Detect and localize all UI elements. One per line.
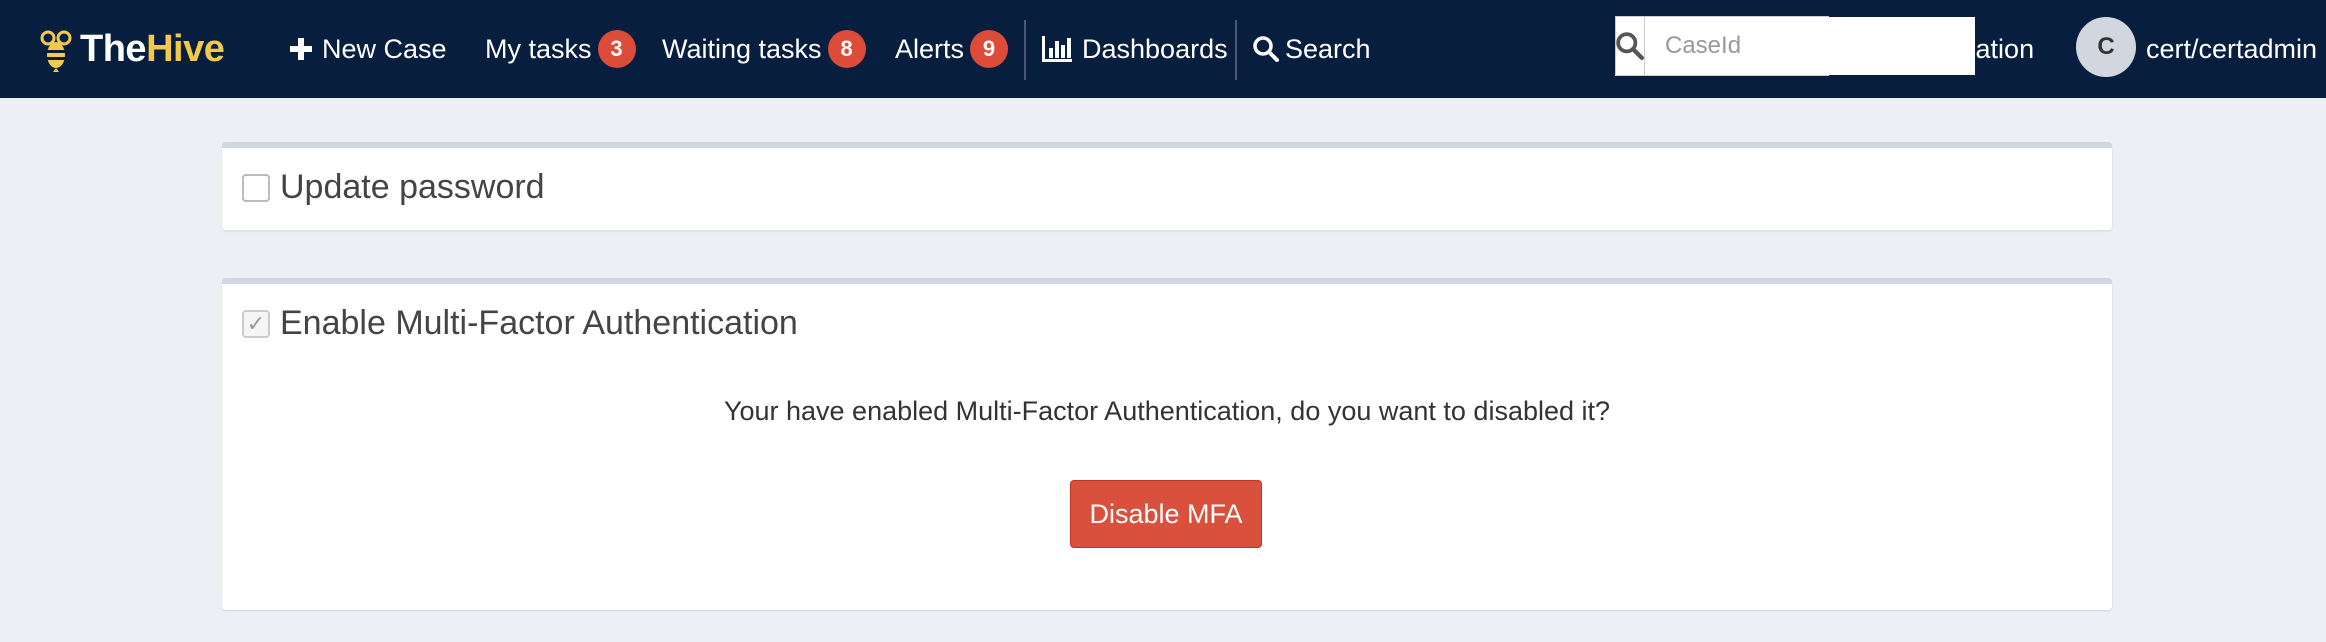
brand-name-the: The xyxy=(80,27,147,70)
nav-divider xyxy=(1235,20,1237,80)
search-icon xyxy=(1616,32,1644,60)
bee-icon xyxy=(40,30,72,72)
my-tasks-count-badge: 3 xyxy=(597,30,636,68)
search-icon xyxy=(1253,36,1279,62)
checkmark-icon: ✓ xyxy=(246,310,266,336)
alerts-label: Alerts xyxy=(895,33,965,64)
organisation-link[interactable]: Organisation xyxy=(1845,0,2034,98)
my-tasks-link[interactable]: My tasks 3 xyxy=(485,0,636,98)
bar-chart-icon xyxy=(1042,36,1072,62)
building-icon xyxy=(1845,35,1867,63)
waiting-tasks-label: Waiting tasks xyxy=(662,33,822,64)
update-password-checkbox[interactable] xyxy=(242,173,270,202)
user-name: cert/certadmin xyxy=(2146,33,2318,64)
top-navbar: The Hive New Case My tasks 3 Waiting task… xyxy=(0,0,2326,98)
mfa-message: Your have enabled Multi-Factor Authentic… xyxy=(723,396,1611,426)
update-password-title: Update password xyxy=(280,168,545,206)
case-search-button[interactable] xyxy=(1616,17,1645,75)
search-link[interactable]: Search xyxy=(1253,0,1371,98)
dashboards-link[interactable]: Dashboards xyxy=(1042,0,1228,98)
plus-icon xyxy=(290,38,312,60)
nav-divider xyxy=(1024,20,1026,80)
new-case-label: New Case xyxy=(322,33,447,64)
disable-mfa-button[interactable]: Disable MFA xyxy=(1070,480,1262,548)
mfa-title: Enable Multi-Factor Authentication xyxy=(280,304,798,342)
alerts-link[interactable]: Alerts 9 xyxy=(895,0,1009,98)
organisation-label: Organisation xyxy=(1881,33,2035,64)
my-tasks-label: My tasks xyxy=(485,33,592,64)
mfa-header: ✓ Enable Multi-Factor Authentication xyxy=(242,304,798,343)
search-label: Search xyxy=(1285,33,1371,64)
alerts-count-badge: 9 xyxy=(970,30,1009,68)
brand-logo[interactable]: The Hive xyxy=(38,0,225,98)
case-id-search-group xyxy=(1615,16,1975,76)
mfa-checkbox[interactable]: ✓ xyxy=(242,309,270,338)
user-menu[interactable]: cert/certadmin xyxy=(2146,0,2317,98)
update-password-panel: Update password xyxy=(222,142,2112,230)
dashboards-label: Dashboards xyxy=(1082,33,1228,64)
waiting-tasks-count-badge: 8 xyxy=(827,30,866,68)
avatar[interactable]: C xyxy=(2076,17,2136,77)
brand-name-hive: Hive xyxy=(146,27,225,70)
new-case-button[interactable]: New Case xyxy=(290,0,447,98)
waiting-tasks-link[interactable]: Waiting tasks 8 xyxy=(662,0,866,98)
update-password-header: Update password xyxy=(242,168,545,207)
mfa-panel: ✓ Enable Multi-Factor Authentication You… xyxy=(222,278,2112,610)
